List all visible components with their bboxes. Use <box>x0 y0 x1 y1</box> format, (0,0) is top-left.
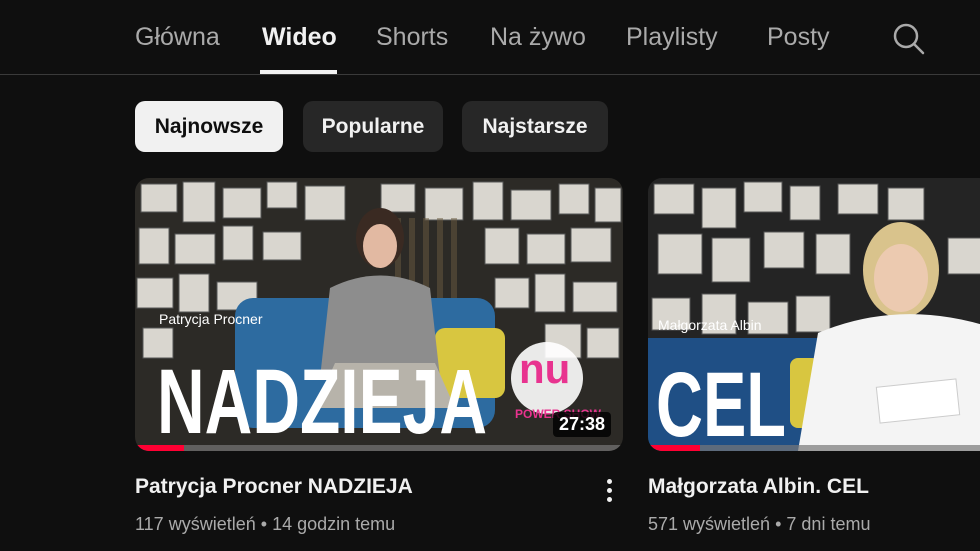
thumbnail-image: CEL Małgorzata Albin <box>648 178 980 451</box>
more-options-icon[interactable] <box>600 476 618 506</box>
tab-posts[interactable]: Posty <box>767 20 830 54</box>
channel-tabs: Główna Wideo Shorts Na żywo Playlisty Po… <box>0 0 980 75</box>
thumb-big-text: NADZIEJA <box>157 351 487 451</box>
watch-progress-fill <box>135 445 184 451</box>
tab-videos[interactable]: Wideo <box>262 20 337 54</box>
watch-progress <box>648 445 980 451</box>
active-tab-indicator <box>260 70 337 74</box>
tab-live[interactable]: Na żywo <box>490 20 586 54</box>
tab-home[interactable]: Główna <box>135 20 220 54</box>
thumb-logo: nu <box>519 345 570 392</box>
thumb-big-text: CEL <box>656 354 786 451</box>
thumbnail-image: NADZIEJA Patrycja Procner nu POWER SHOW <box>135 178 623 451</box>
search-icon[interactable] <box>890 20 926 56</box>
video-thumbnail[interactable]: NADZIEJA Patrycja Procner nu POWER SHOW … <box>135 178 623 451</box>
video-duration: 27:38 <box>552 412 611 437</box>
meta-separator: • <box>775 514 782 534</box>
meta-separator: • <box>260 514 268 534</box>
video-thumbnail[interactable]: CEL Małgorzata Albin <box>648 178 980 451</box>
tab-shorts[interactable]: Shorts <box>376 20 448 54</box>
thumb-name-text: Małgorzata Albin <box>658 317 762 333</box>
watch-progress <box>135 445 623 451</box>
tab-playlists[interactable]: Playlisty <box>626 20 718 54</box>
chip-popular[interactable]: Popularne <box>303 101 443 152</box>
video-title[interactable]: Patrycja Procner NADZIEJA <box>135 475 413 499</box>
upload-age: 14 godzin temu <box>272 514 396 534</box>
video-meta: 117 wyświetleń • 14 godzin temu <box>135 514 395 535</box>
view-count: 117 wyświetleń <box>135 514 256 534</box>
chip-oldest[interactable]: Najstarsze <box>462 101 608 152</box>
watch-progress-fill <box>648 445 700 451</box>
video-title[interactable]: Małgorzata Albin. CEL <box>648 475 869 499</box>
view-count: 571 wyświetleń <box>648 514 771 534</box>
upload-age: 7 dni temu <box>786 514 871 534</box>
thumb-name-text: Patrycja Procner <box>159 311 263 327</box>
chip-newest[interactable]: Najnowsze <box>135 101 283 152</box>
video-meta: 571 wyświetleń • 7 dni temu <box>648 514 870 535</box>
